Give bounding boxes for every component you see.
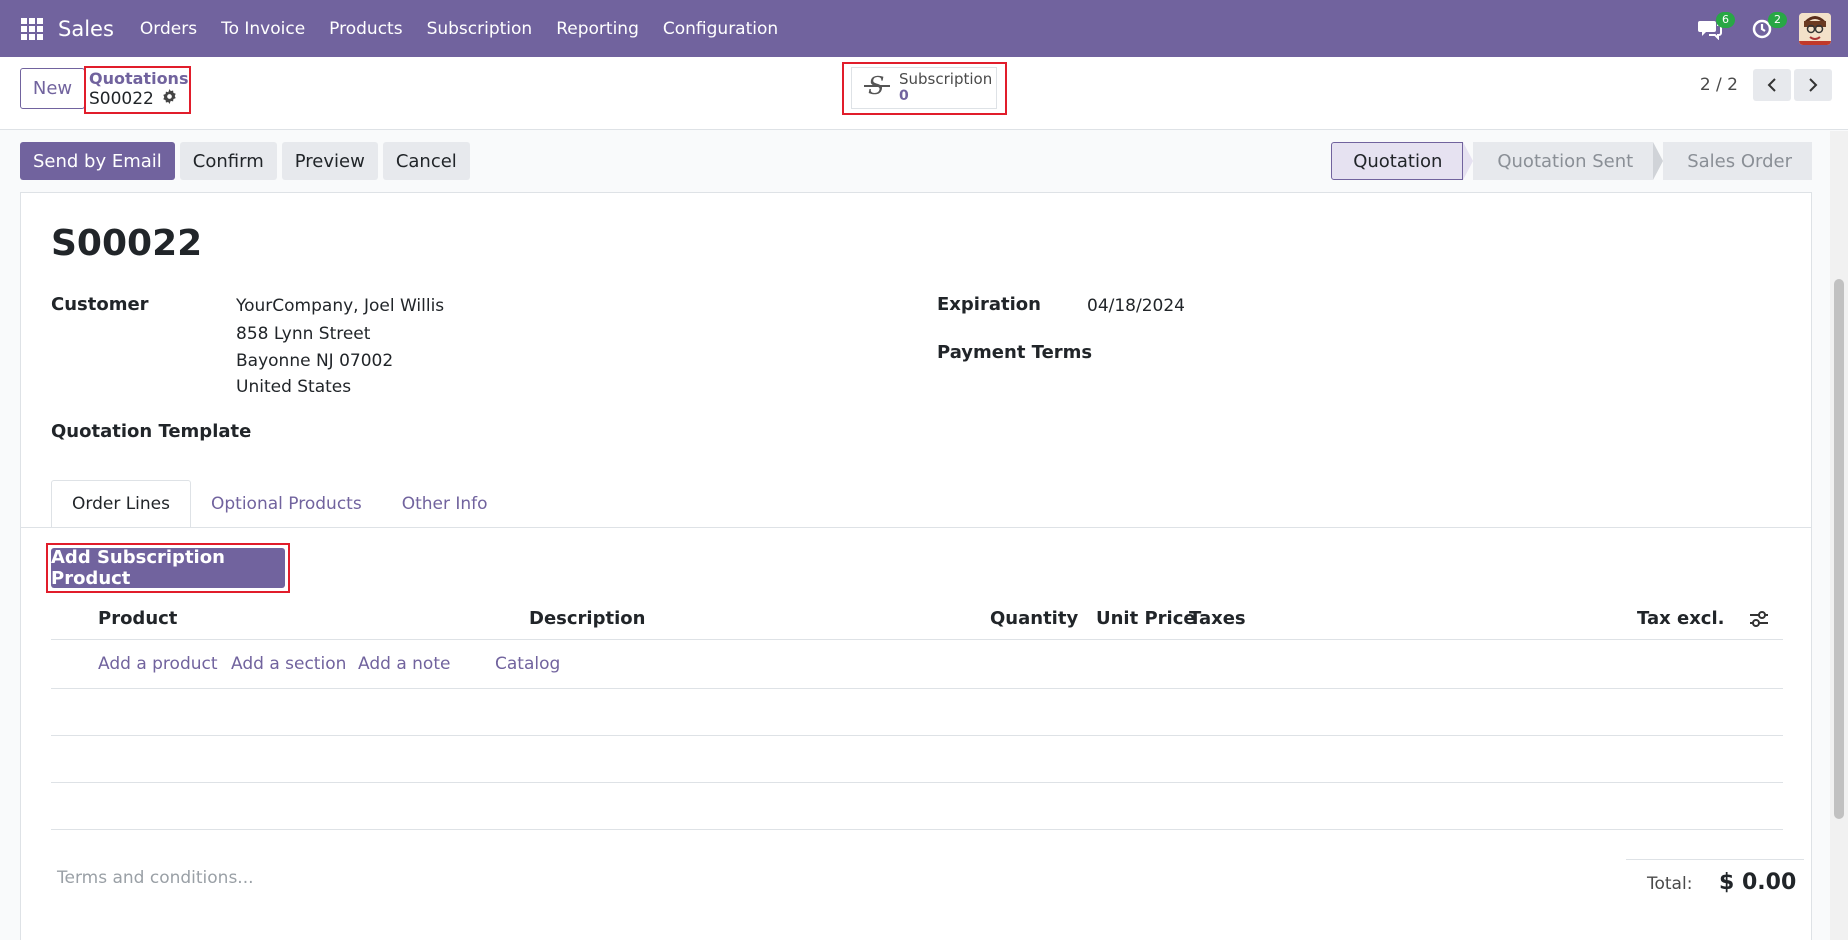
menu-item-reporting[interactable]: Reporting [544, 19, 651, 39]
confirm-button[interactable]: Confirm [179, 142, 277, 180]
subscription-smart-value: 0 [899, 88, 909, 104]
breadcrumb-current-record: S00022 [89, 89, 154, 109]
table-row [51, 736, 1783, 783]
record-title: S00022 [51, 223, 203, 264]
stage-quotation-sent[interactable]: Quotation Sent [1473, 142, 1654, 180]
main-menu: Orders To Invoice Products Subscription … [128, 19, 790, 39]
order-lines-table: Product Description Quantity Unit Price … [51, 598, 1783, 830]
menu-item-subscription[interactable]: Subscription [415, 19, 545, 39]
form-actions: Send by Email Confirm Preview Cancel [20, 142, 470, 180]
table-header: Product Description Quantity Unit Price … [51, 598, 1783, 640]
customer-field[interactable]: YourCompany, Joel Willis [236, 293, 444, 320]
control-panel: New Quotations S00022 S Subscription 0 2… [0, 57, 1848, 130]
new-button[interactable]: New [20, 68, 85, 109]
tabs-divider [21, 527, 1811, 528]
navbar-systray: 6 2 [1695, 0, 1848, 57]
stage-sales-order[interactable]: Sales Order [1663, 142, 1812, 180]
top-navbar: Sales Orders To Invoice Products Subscri… [0, 0, 1848, 57]
apps-menu-icon[interactable] [21, 17, 43, 40]
pager: 2 / 2 [1700, 69, 1832, 101]
subscription-smart-label: Subscription [899, 70, 993, 88]
customer-address-city: Bayonne NJ 07002 [236, 351, 394, 371]
catalog-link[interactable]: Catalog [495, 654, 560, 674]
customer-address-street: 858 Lynn Street [236, 324, 371, 344]
quotation-template-label: Quotation Template [51, 421, 252, 442]
add-section-link[interactable]: Add a section [231, 654, 346, 674]
customer-address-country: United States [236, 377, 352, 397]
column-unit-price[interactable]: Unit Price [1096, 608, 1196, 629]
activities-clock-icon[interactable]: 2 [1747, 11, 1787, 44]
expiration-field[interactable]: 04/18/2024 [1087, 293, 1185, 320]
add-note-link[interactable]: Add a note [358, 654, 450, 674]
subscription-smart-button[interactable]: S Subscription 0 [851, 67, 997, 109]
send-by-email-button[interactable]: Send by Email [20, 142, 175, 180]
menu-item-products[interactable]: Products [317, 19, 414, 39]
page-scrollbar[interactable] [1830, 131, 1848, 940]
stage-arrow [1463, 142, 1474, 180]
add-subscription-product-button[interactable]: Add Subscription Product [51, 547, 285, 589]
status-bar: Quotation Quotation Sent Sales Order [1331, 142, 1812, 180]
tab-order-lines[interactable]: Order Lines [51, 480, 191, 528]
breadcrumb-quotations-link[interactable]: Quotations [89, 69, 188, 88]
column-quantity[interactable]: Quantity [990, 608, 1078, 629]
user-avatar[interactable] [1799, 12, 1831, 45]
chevron-right-icon [1809, 78, 1818, 92]
customer-label: Customer [51, 294, 149, 315]
stage-arrow [1653, 142, 1664, 180]
menu-item-orders[interactable]: Orders [128, 19, 209, 39]
table-add-row: Add a product Add a section Add a note C… [51, 640, 1783, 689]
messages-icon[interactable]: 6 [1695, 11, 1735, 44]
total-amount: $ 0.00 [1719, 870, 1797, 895]
gear-icon[interactable] [162, 88, 177, 110]
payment-terms-label: Payment Terms [937, 342, 1093, 363]
menu-item-configuration[interactable]: Configuration [651, 19, 790, 39]
pager-previous-button[interactable] [1753, 69, 1791, 101]
column-tax-excl[interactable]: Tax excl. [1637, 608, 1724, 629]
breadcrumb: Quotations S00022 [84, 66, 191, 114]
pager-value[interactable]: 2 / 2 [1700, 75, 1738, 95]
preview-button[interactable]: Preview [281, 142, 378, 180]
optional-columns-icon[interactable] [1749, 610, 1769, 633]
chevron-left-icon [1767, 78, 1776, 92]
total-label: Total: [1647, 874, 1693, 894]
cancel-button[interactable]: Cancel [382, 142, 470, 180]
tab-other-info[interactable]: Other Info [382, 480, 508, 528]
app-name[interactable]: Sales [58, 17, 114, 41]
expiration-label: Expiration [937, 294, 1041, 315]
notebook-tabs: Order Lines Optional Products Other Info [51, 480, 508, 528]
scrollbar-thumb[interactable] [1834, 279, 1844, 819]
subscription-s-icon: S [864, 72, 890, 105]
column-taxes[interactable]: Taxes [1189, 608, 1246, 629]
table-row [51, 783, 1783, 830]
activities-badge: 2 [1768, 11, 1787, 28]
pager-next-button[interactable] [1794, 69, 1832, 101]
terms-and-conditions-field[interactable]: Terms and conditions... [57, 868, 254, 888]
tab-optional-products[interactable]: Optional Products [191, 480, 382, 528]
add-product-link[interactable]: Add a product [98, 654, 218, 674]
column-description[interactable]: Description [529, 608, 645, 629]
messages-badge: 6 [1716, 11, 1735, 28]
form-sheet: S00022 Customer YourCompany, Joel Willis… [20, 192, 1812, 940]
total-divider [1626, 859, 1804, 860]
stage-quotation[interactable]: Quotation [1331, 142, 1464, 180]
column-product[interactable]: Product [98, 608, 177, 629]
table-row [51, 689, 1783, 736]
menu-item-to-invoice[interactable]: To Invoice [209, 19, 317, 39]
